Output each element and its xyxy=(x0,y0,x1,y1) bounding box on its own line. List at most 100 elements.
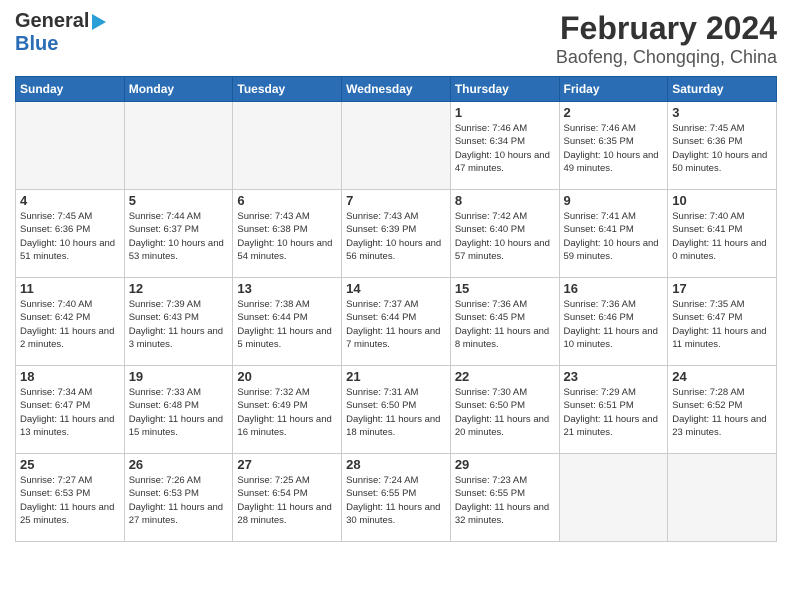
logo: General Blue xyxy=(15,10,106,56)
day-number: 17 xyxy=(672,281,772,296)
calendar-cell: 16Sunrise: 7:36 AMSunset: 6:46 PMDayligh… xyxy=(559,278,668,366)
calendar-cell: 2Sunrise: 7:46 AMSunset: 6:35 PMDaylight… xyxy=(559,102,668,190)
calendar-cell: 3 Sunrise: 7:45 AMSunset: 6:36 PMDaylight… xyxy=(668,102,777,190)
calendar-cell: 29 Sunrise: 7:23 AMSunset: 6:55 PMDayligh… xyxy=(450,454,559,542)
day-number: 28 xyxy=(346,457,446,472)
calendar-cell: 17 Sunrise: 7:35 AMSunset: 6:47 PMDayligh… xyxy=(668,278,777,366)
day-info: Sunrise: 7:35 AMSunset: 6:47 PMDaylight:… xyxy=(672,298,772,351)
calendar-cell: 25Sunrise: 7:27 AMSunset: 6:53 PMDayligh… xyxy=(16,454,125,542)
day-info: Sunrise: 7:45 AMSunset: 6:36 PMDaylight:… xyxy=(20,210,120,263)
calendar-cell: 15 Sunrise: 7:36 AMSunset: 6:45 PMDayligh… xyxy=(450,278,559,366)
day-number: 9 xyxy=(564,193,664,208)
calendar-cell: 11 Sunrise: 7:40 AMSunset: 6:42 PMDayligh… xyxy=(16,278,125,366)
day-header-sunday: Sunday xyxy=(16,77,125,102)
day-number: 8 xyxy=(455,193,555,208)
day-info: Sunrise: 7:46 AMSunset: 6:34 PMDaylight:… xyxy=(455,122,555,175)
day-info: Sunrise: 7:43 AMSunset: 6:39 PMDaylight:… xyxy=(346,210,446,263)
day-info: Sunrise: 7:26 AMSunset: 6:53 PMDaylight:… xyxy=(129,474,229,527)
day-info: Sunrise: 7:41 AMSunset: 6:41 PMDaylight:… xyxy=(564,210,664,263)
day-number: 15 xyxy=(455,281,555,296)
day-info: Sunrise: 7:38 AMSunset: 6:44 PMDaylight:… xyxy=(237,298,337,351)
day-info: Sunrise: 7:40 AMSunset: 6:41 PMDaylight:… xyxy=(672,210,772,263)
calendar-cell: 19 Sunrise: 7:33 AMSunset: 6:48 PMDayligh… xyxy=(124,366,233,454)
calendar-cell: 5 Sunrise: 7:44 AMSunset: 6:37 PMDaylight… xyxy=(124,190,233,278)
main-title: February 2024 xyxy=(556,10,777,47)
day-number: 7 xyxy=(346,193,446,208)
calendar-cell: 1Sunrise: 7:46 AMSunset: 6:34 PMDaylight… xyxy=(450,102,559,190)
calendar-cell: 27Sunrise: 7:25 AMSunset: 6:54 PMDayligh… xyxy=(233,454,342,542)
day-info: Sunrise: 7:43 AMSunset: 6:38 PMDaylight:… xyxy=(237,210,337,263)
page: General Blue February 2024 Baofeng, Chon… xyxy=(0,0,792,612)
day-info: Sunrise: 7:24 AMSunset: 6:55 PMDaylight:… xyxy=(346,474,446,527)
day-info: Sunrise: 7:28 AMSunset: 6:52 PMDaylight:… xyxy=(672,386,772,439)
week-row-4: 18 Sunrise: 7:34 AMSunset: 6:47 PMDayligh… xyxy=(16,366,777,454)
day-number: 24 xyxy=(672,369,772,384)
calendar-cell xyxy=(124,102,233,190)
day-info: Sunrise: 7:30 AMSunset: 6:50 PMDaylight:… xyxy=(455,386,555,439)
subtitle: Baofeng, Chongqing, China xyxy=(556,47,777,68)
day-info: Sunrise: 7:40 AMSunset: 6:42 PMDaylight:… xyxy=(20,298,120,351)
week-row-1: 1Sunrise: 7:46 AMSunset: 6:34 PMDaylight… xyxy=(16,102,777,190)
calendar-cell: 8 Sunrise: 7:42 AMSunset: 6:40 PMDaylight… xyxy=(450,190,559,278)
calendar-cell: 4 Sunrise: 7:45 AMSunset: 6:36 PMDaylight… xyxy=(16,190,125,278)
calendar-cell: 6 Sunrise: 7:43 AMSunset: 6:38 PMDaylight… xyxy=(233,190,342,278)
week-row-5: 25Sunrise: 7:27 AMSunset: 6:53 PMDayligh… xyxy=(16,454,777,542)
day-info: Sunrise: 7:33 AMSunset: 6:48 PMDaylight:… xyxy=(129,386,229,439)
calendar-cell: 12Sunrise: 7:39 AMSunset: 6:43 PMDayligh… xyxy=(124,278,233,366)
calendar-cell xyxy=(668,454,777,542)
day-info: Sunrise: 7:31 AMSunset: 6:50 PMDaylight:… xyxy=(346,386,446,439)
day-number: 20 xyxy=(237,369,337,384)
calendar: SundayMondayTuesdayWednesdayThursdayFrid… xyxy=(15,76,777,542)
logo-blue-text: Blue xyxy=(15,33,58,56)
day-number: 19 xyxy=(129,369,229,384)
calendar-cell: 26 Sunrise: 7:26 AMSunset: 6:53 PMDayligh… xyxy=(124,454,233,542)
day-number: 10 xyxy=(672,193,772,208)
day-number: 23 xyxy=(564,369,664,384)
title-section: February 2024 Baofeng, Chongqing, China xyxy=(556,10,777,68)
day-number: 12 xyxy=(129,281,229,296)
day-info: Sunrise: 7:37 AMSunset: 6:44 PMDaylight:… xyxy=(346,298,446,351)
logo-general-text: General xyxy=(15,10,89,33)
day-info: Sunrise: 7:42 AMSunset: 6:40 PMDaylight:… xyxy=(455,210,555,263)
day-info: Sunrise: 7:32 AMSunset: 6:49 PMDaylight:… xyxy=(237,386,337,439)
day-number: 11 xyxy=(20,281,120,296)
day-number: 5 xyxy=(129,193,229,208)
calendar-cell: 10 Sunrise: 7:40 AMSunset: 6:41 PMDayligh… xyxy=(668,190,777,278)
day-number: 26 xyxy=(129,457,229,472)
day-info: Sunrise: 7:23 AMSunset: 6:55 PMDaylight:… xyxy=(455,474,555,527)
week-row-3: 11 Sunrise: 7:40 AMSunset: 6:42 PMDayligh… xyxy=(16,278,777,366)
day-number: 13 xyxy=(237,281,337,296)
calendar-cell: 9 Sunrise: 7:41 AMSunset: 6:41 PMDaylight… xyxy=(559,190,668,278)
day-number: 27 xyxy=(237,457,337,472)
day-header-wednesday: Wednesday xyxy=(342,77,451,102)
calendar-cell: 28 Sunrise: 7:24 AMSunset: 6:55 PMDayligh… xyxy=(342,454,451,542)
calendar-cell: 7 Sunrise: 7:43 AMSunset: 6:39 PMDaylight… xyxy=(342,190,451,278)
day-info: Sunrise: 7:46 AMSunset: 6:35 PMDaylight:… xyxy=(564,122,664,175)
logo-arrow-icon xyxy=(92,14,106,30)
day-header-monday: Monday xyxy=(124,77,233,102)
calendar-cell: 21Sunrise: 7:31 AMSunset: 6:50 PMDayligh… xyxy=(342,366,451,454)
day-info: Sunrise: 7:27 AMSunset: 6:53 PMDaylight:… xyxy=(20,474,120,527)
day-number: 6 xyxy=(237,193,337,208)
calendar-cell: 22 Sunrise: 7:30 AMSunset: 6:50 PMDayligh… xyxy=(450,366,559,454)
day-info: Sunrise: 7:34 AMSunset: 6:47 PMDaylight:… xyxy=(20,386,120,439)
day-info: Sunrise: 7:29 AMSunset: 6:51 PMDaylight:… xyxy=(564,386,664,439)
header: General Blue February 2024 Baofeng, Chon… xyxy=(15,10,777,68)
week-row-2: 4 Sunrise: 7:45 AMSunset: 6:36 PMDaylight… xyxy=(16,190,777,278)
day-number: 4 xyxy=(20,193,120,208)
day-header-friday: Friday xyxy=(559,77,668,102)
calendar-cell: 13 Sunrise: 7:38 AMSunset: 6:44 PMDayligh… xyxy=(233,278,342,366)
calendar-cell: 24 Sunrise: 7:28 AMSunset: 6:52 PMDayligh… xyxy=(668,366,777,454)
calendar-cell: 20 Sunrise: 7:32 AMSunset: 6:49 PMDayligh… xyxy=(233,366,342,454)
day-number: 22 xyxy=(455,369,555,384)
calendar-cell: 23 Sunrise: 7:29 AMSunset: 6:51 PMDayligh… xyxy=(559,366,668,454)
calendar-cell: 14Sunrise: 7:37 AMSunset: 6:44 PMDayligh… xyxy=(342,278,451,366)
calendar-cell xyxy=(559,454,668,542)
day-info: Sunrise: 7:36 AMSunset: 6:45 PMDaylight:… xyxy=(455,298,555,351)
day-number: 18 xyxy=(20,369,120,384)
calendar-header-row: SundayMondayTuesdayWednesdayThursdayFrid… xyxy=(16,77,777,102)
day-info: Sunrise: 7:45 AMSunset: 6:36 PMDaylight:… xyxy=(672,122,772,175)
day-number: 3 xyxy=(672,105,772,120)
day-number: 29 xyxy=(455,457,555,472)
day-info: Sunrise: 7:44 AMSunset: 6:37 PMDaylight:… xyxy=(129,210,229,263)
